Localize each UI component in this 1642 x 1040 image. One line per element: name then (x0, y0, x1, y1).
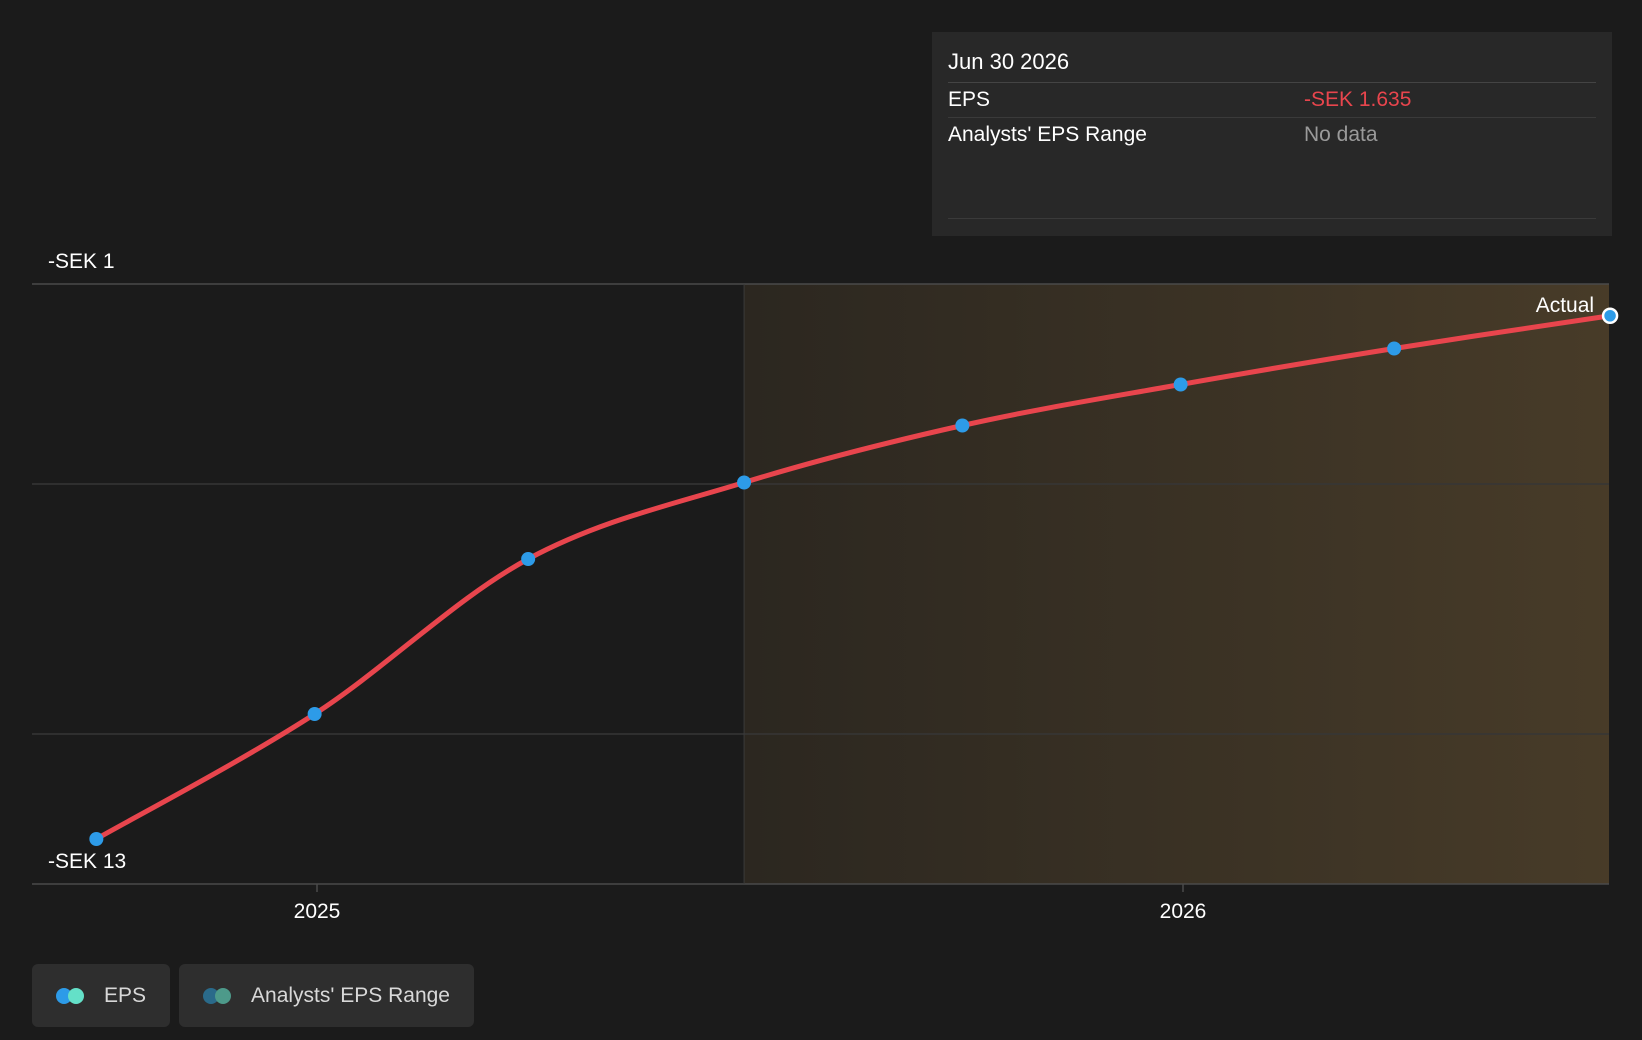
tooltip-date: Jun 30 2026 (948, 46, 1596, 83)
x-tick-label: 2026 (1160, 900, 1207, 923)
eps-legend-icon (56, 987, 86, 1004)
eps-point[interactable] (1387, 341, 1402, 356)
legend: EPS Analysts' EPS Range (32, 964, 474, 1027)
tooltip-divider (948, 218, 1596, 219)
actual-annotation: Actual (1536, 294, 1594, 317)
y-axis-top-label: -SEK 1 (48, 250, 115, 273)
tooltip-range-value: No data (1304, 123, 1378, 146)
tooltip-row-eps: EPS -SEK 1.635 (948, 83, 1596, 118)
legend-eps-button[interactable]: EPS (32, 964, 171, 1027)
legend-eps-label: EPS (104, 983, 147, 1007)
eps-point[interactable] (89, 832, 104, 846)
tooltip-range-label: Analysts' EPS Range (948, 123, 1147, 146)
eps-point[interactable] (307, 707, 322, 721)
tooltip-row-range: Analysts' EPS Range No data (948, 118, 1596, 152)
legend-range-button[interactable]: Analysts' EPS Range (179, 964, 474, 1027)
eps-point[interactable] (955, 418, 970, 433)
y-axis-bottom-label: -SEK 13 (48, 850, 126, 873)
hover-tooltip: Jun 30 2026 EPS -SEK 1.635 Analysts' EPS… (932, 32, 1612, 236)
eps-point[interactable] (521, 552, 536, 566)
x-tick-label: 2025 (294, 900, 341, 923)
forecast-region (744, 284, 1609, 884)
eps-point[interactable] (737, 475, 752, 490)
eps-point-latest[interactable] (1601, 307, 1619, 324)
range-legend-icon (203, 987, 233, 1004)
legend-range-label: Analysts' EPS Range (251, 983, 450, 1007)
eps-point[interactable] (1173, 377, 1188, 392)
tooltip-eps-label: EPS (948, 88, 991, 111)
tooltip-eps-value: -SEK 1.635 (1304, 88, 1412, 111)
